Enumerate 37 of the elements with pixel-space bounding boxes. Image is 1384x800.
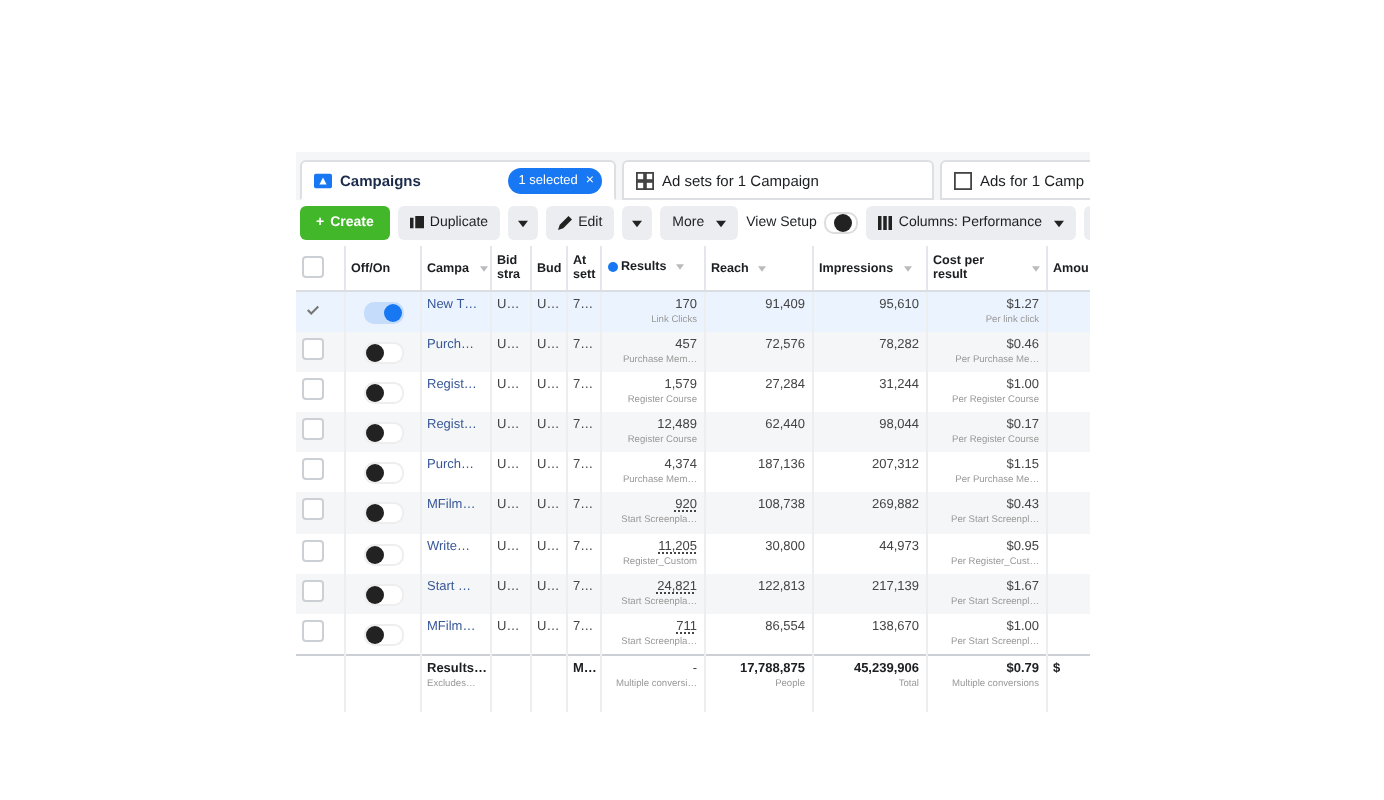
campaign-toggle[interactable] <box>363 302 403 324</box>
row-checkbox[interactable] <box>302 498 324 521</box>
campaign-toggle[interactable] <box>363 422 403 445</box>
sort-icon[interactable] <box>676 264 685 270</box>
select-all-checkbox[interactable] <box>302 255 324 277</box>
dropdown-button[interactable] <box>622 206 653 240</box>
grid-icon <box>636 171 654 189</box>
row-checkbox[interactable] <box>302 418 324 441</box>
campaign-toggle[interactable] <box>363 462 403 485</box>
row-checkbox[interactable] <box>302 377 324 400</box>
sort-icon[interactable] <box>758 265 767 271</box>
row-checkbox[interactable] <box>302 337 324 360</box>
row-checkbox[interactable] <box>302 458 324 481</box>
row-checkbox[interactable] <box>302 539 324 562</box>
sort-icon[interactable] <box>903 265 912 271</box>
row-checkbox[interactable] <box>302 620 324 642</box>
caret-icon <box>1053 219 1064 227</box>
duplicate-icon <box>409 216 424 230</box>
campaign-toggle[interactable] <box>363 502 403 525</box>
caret-icon <box>518 219 529 227</box>
view-setup-toggle[interactable] <box>824 212 859 234</box>
campaign-toggle[interactable] <box>363 624 403 646</box>
row-checkbox[interactable] <box>302 579 324 602</box>
campaign-toggle[interactable] <box>363 341 403 364</box>
dropdown-button[interactable] <box>508 206 539 240</box>
sort-icon[interactable] <box>1031 265 1039 271</box>
folder-icon <box>314 171 332 189</box>
columns-icon <box>878 216 893 230</box>
campaign-toggle[interactable] <box>363 543 403 566</box>
campaign-toggle[interactable] <box>363 583 403 606</box>
campaign-toggle[interactable] <box>363 381 403 404</box>
square-icon <box>954 171 972 189</box>
caret-icon <box>716 219 727 227</box>
caret-icon <box>632 219 643 227</box>
sort-icon[interactable] <box>479 265 487 271</box>
pencil-icon <box>558 216 573 230</box>
check-icon <box>306 303 320 315</box>
